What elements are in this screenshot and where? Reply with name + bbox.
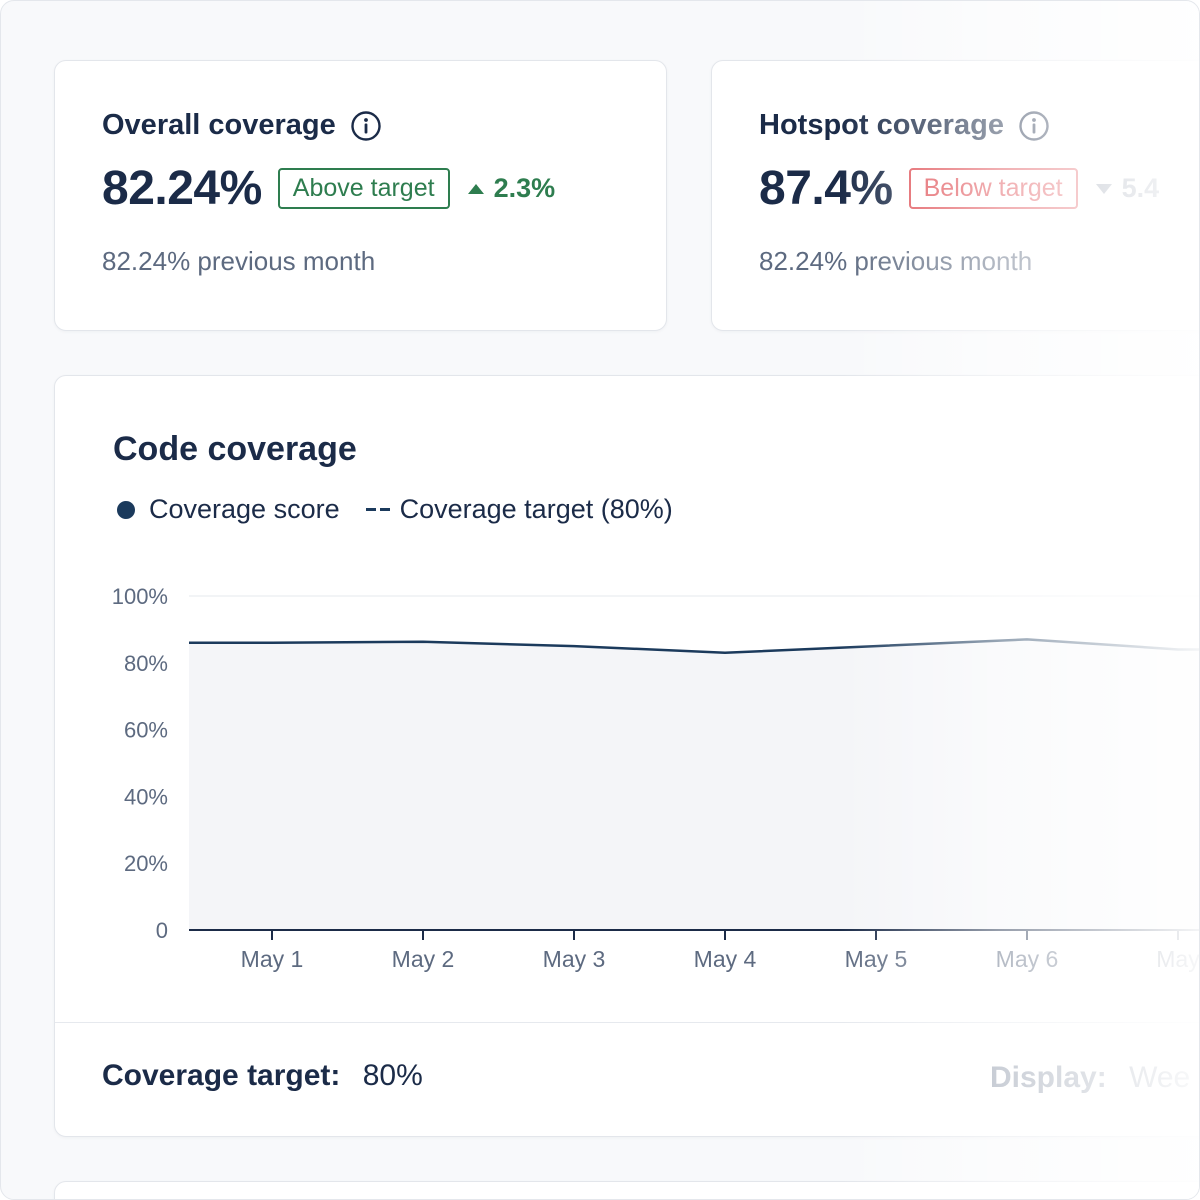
info-icon[interactable] [1018, 110, 1050, 142]
display-selector[interactable]: Display: Wee [990, 1061, 1190, 1095]
coverage-area [189, 639, 1199, 930]
status-badge: Above target [277, 168, 450, 209]
x-tick-label: May 4 [694, 946, 757, 972]
display-value[interactable]: Wee [1129, 1061, 1190, 1094]
x-tick-label: May 2 [392, 946, 455, 972]
next-card [54, 1181, 1199, 1199]
x-tick-label: May 5 [845, 946, 908, 972]
arrow-down-icon [1095, 183, 1112, 194]
delta-value: 5.4 [1121, 173, 1160, 203]
x-tick-label: May 3 [543, 946, 606, 972]
overall-previous-month: 82.24% previous month [102, 246, 376, 276]
delta-indicator: 5.4 [1095, 173, 1160, 204]
x-tick-label: May 1 [241, 946, 304, 972]
overall-coverage-card: Overall coverage 82.24% Above target 2.3… [54, 60, 667, 331]
overall-coverage-title: Overall coverage [102, 109, 336, 141]
coverage-target-label: Coverage target: [102, 1059, 341, 1092]
display-label: Display: [990, 1061, 1107, 1094]
hotspot-coverage-card: Hotspot coverage 87.4% Below target 5.4 … [711, 60, 1199, 331]
hotspot-coverage-title: Hotspot coverage [759, 109, 1004, 141]
status-badge: Below target [908, 168, 1078, 209]
overall-coverage-value: 82.24% [102, 162, 262, 215]
coverage-target-row: Coverage target: 80% [102, 1059, 423, 1093]
chart-footer: Coverage target: 80% Display: Wee [55, 1022, 1199, 1135]
y-tick-label: 20% [124, 851, 168, 876]
delta-indicator: 2.3% [467, 173, 556, 204]
code-coverage-card: Code coverage Coverage score Coverage ta… [54, 375, 1200, 1137]
hotspot-coverage-title-row: Hotspot coverage [759, 109, 1050, 142]
x-tick-label: May 6 [996, 946, 1059, 972]
hotspot-coverage-value: 87.4% [759, 162, 893, 215]
coverage-target-value: 80% [362, 1059, 423, 1092]
x-tick-label: May [1156, 946, 1200, 972]
y-tick-label: 80% [124, 651, 168, 676]
hotspot-previous-month: 82.24% previous month [759, 246, 1033, 276]
coverage-chart: 0 20% 40% 60% 80% 100% May 1 May 2 May 3 May 4 May… [112, 584, 1200, 972]
info-icon[interactable] [350, 110, 382, 142]
overall-coverage-title-row: Overall coverage [102, 109, 382, 142]
y-tick-label: 60% [124, 718, 168, 743]
arrow-up-icon [467, 183, 484, 194]
y-tick-label: 0 [156, 918, 168, 943]
delta-value: 2.3% [493, 173, 556, 203]
hotspot-coverage-value-row: 87.4% Below target 5.4 [759, 161, 1159, 216]
y-tick-label: 40% [124, 784, 168, 809]
dashboard-frame: Overall coverage 82.24% Above target 2.3… [0, 0, 1200, 1200]
overall-coverage-value-row: 82.24% Above target 2.3% [102, 161, 555, 216]
y-tick-label: 100% [112, 584, 168, 609]
